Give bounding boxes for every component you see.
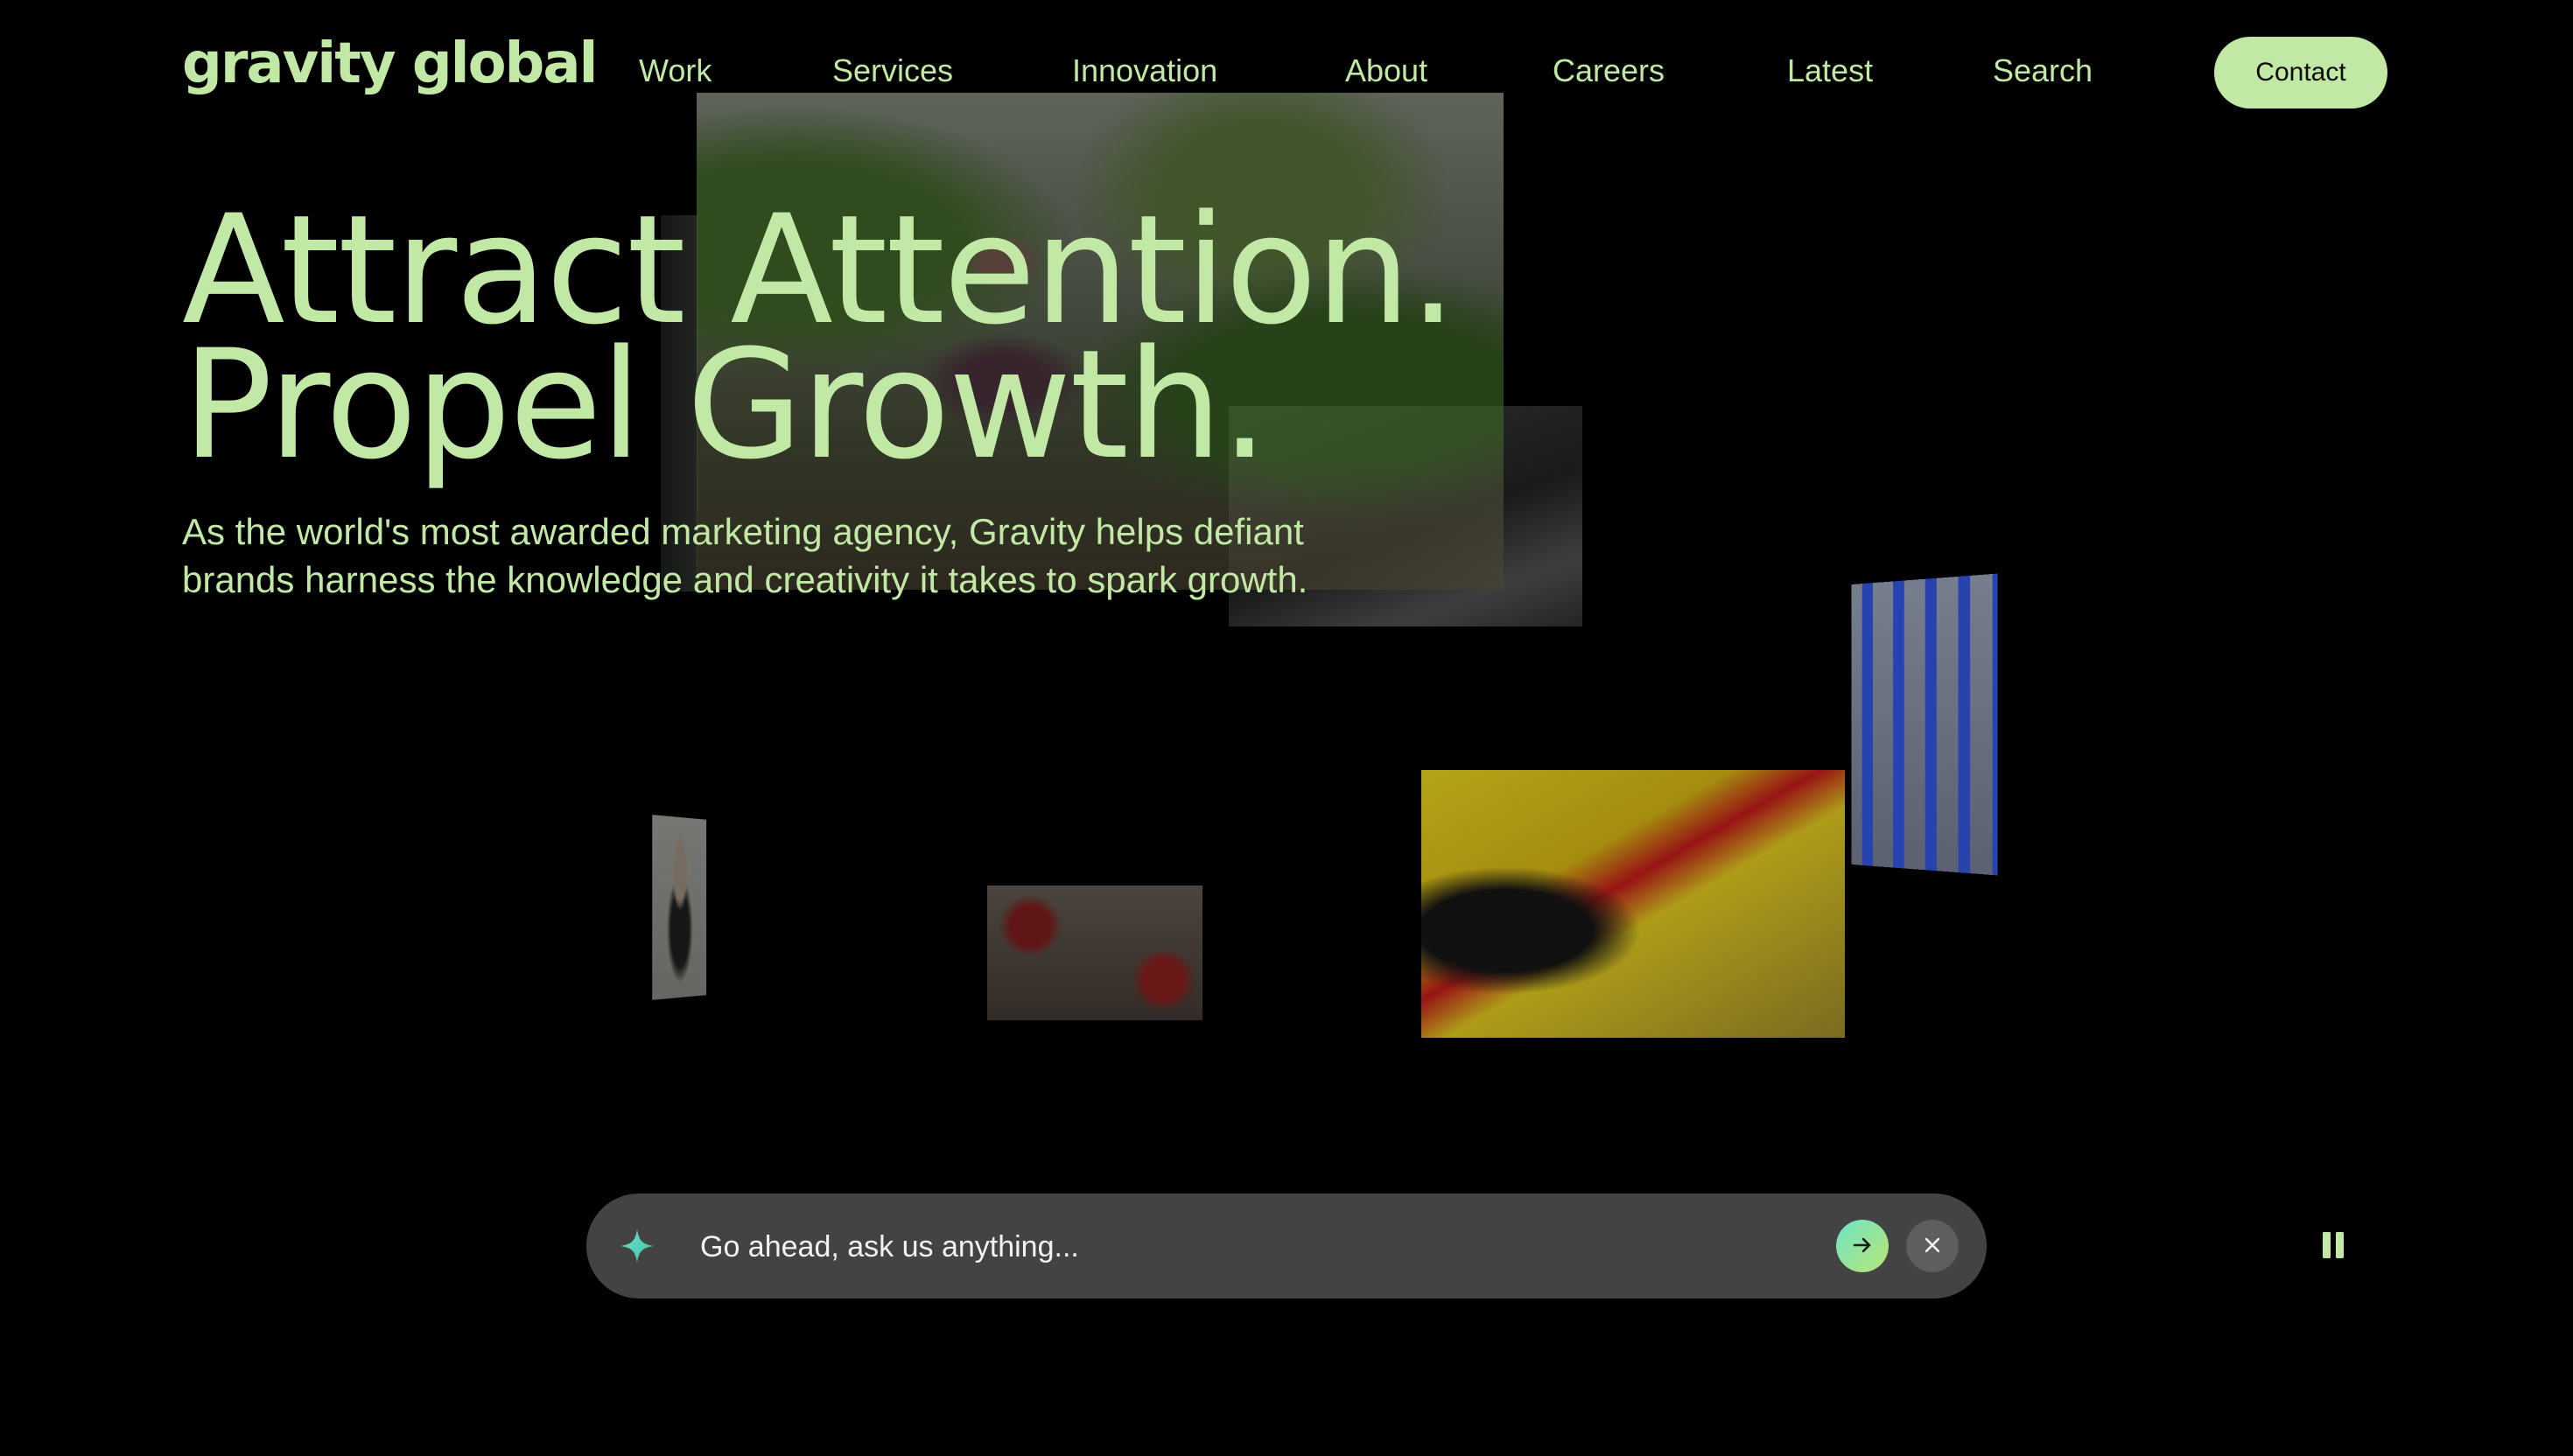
close-icon — [1920, 1233, 1945, 1260]
blue-uniforms-photo — [1851, 573, 1998, 876]
nav-item-about[interactable]: About — [1345, 52, 1427, 89]
ask-bar — [586, 1194, 1987, 1298]
nav-item-careers[interactable]: Careers — [1553, 52, 1665, 89]
motocross-photo — [987, 886, 1202, 1020]
sparkle-icon — [618, 1227, 656, 1265]
hero-section: Attract Attention. Propel Growth. As the… — [182, 195, 1670, 604]
hero-title-line-2: Propel Growth. — [182, 317, 1269, 493]
ask-submit-button[interactable] — [1836, 1220, 1889, 1272]
ask-close-button[interactable] — [1906, 1220, 1959, 1272]
gravity-global-logo[interactable]: gravity global — [182, 32, 598, 96]
biplane-photo — [1421, 770, 1845, 1038]
person-portrait-photo — [652, 815, 707, 1000]
hero-subtitle-line-2: brands harness the knowledge and creativ… — [182, 559, 1308, 600]
hero-title: Attract Attention. Propel Growth. — [182, 195, 1670, 493]
hero-subtitle-line-1: As the world's most awarded marketing ag… — [182, 511, 1304, 552]
nav-item-services[interactable]: Services — [832, 52, 953, 89]
arrow-right-icon — [1849, 1232, 1875, 1261]
pause-button[interactable] — [2310, 1223, 2356, 1269]
nav-item-search[interactable]: Search — [1993, 52, 2093, 89]
pause-icon — [2319, 1230, 2347, 1263]
hero-subtitle: As the world's most awarded marketing ag… — [182, 508, 1495, 604]
contact-button[interactable]: Contact — [2214, 37, 2387, 108]
site-header: gravity global Work Services Innovation … — [0, 0, 2573, 145]
ask-input[interactable] — [698, 1220, 1752, 1274]
nav-item-innovation[interactable]: Innovation — [1072, 52, 1217, 89]
nav-item-latest[interactable]: Latest — [1787, 52, 1873, 89]
nav-item-work[interactable]: Work — [639, 52, 712, 89]
